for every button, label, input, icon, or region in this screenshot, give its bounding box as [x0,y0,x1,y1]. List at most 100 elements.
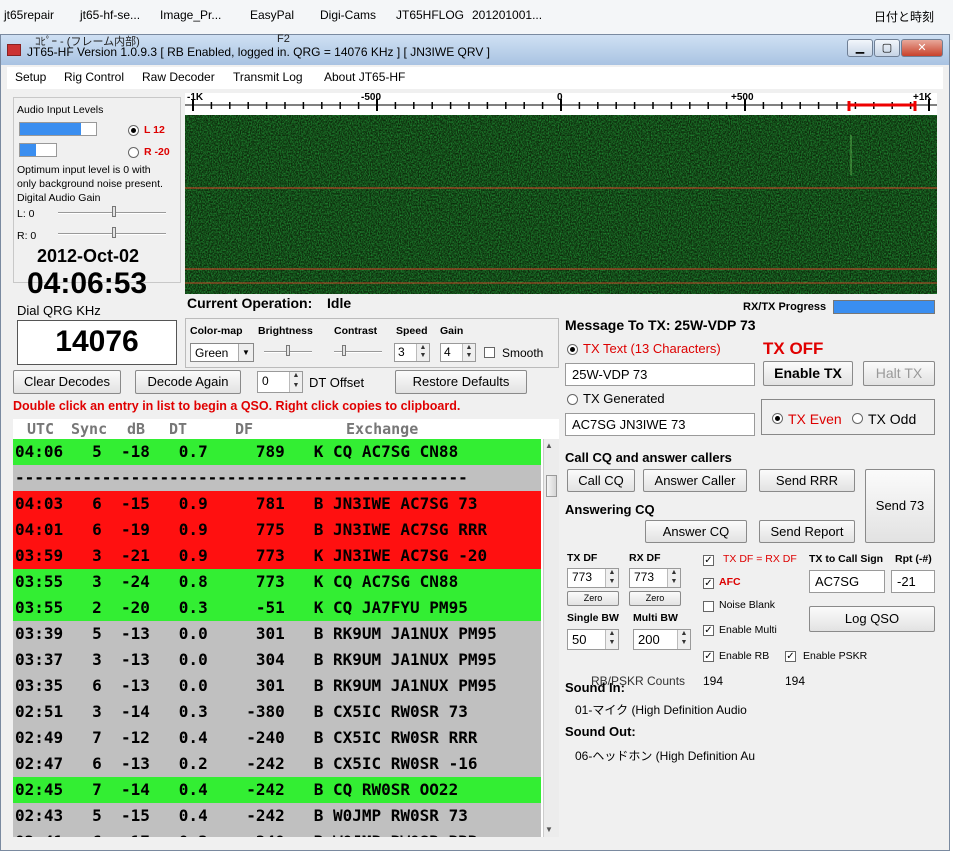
log-qso-button[interactable]: Log QSO [809,606,935,632]
enable-multi-checkbox[interactable]: ✓ [703,625,714,636]
col-db[interactable]: dB [127,420,145,438]
col-sync[interactable]: Sync [71,420,107,438]
single-bw-up-icon[interactable]: ▲ [605,630,618,639]
tx-even-radio[interactable] [772,413,783,424]
table-row[interactable]: 04:06 5 -18 0.7 789 K CQ AC7SG CN88 [13,439,541,465]
rxdf-zero-button[interactable]: Zero [629,591,681,606]
send-rrr-button[interactable]: Send RRR [759,469,855,492]
desktop-icon-201201001[interactable]: 201201001... [472,8,542,22]
menu-rig-control[interactable]: Rig Control [64,70,124,84]
table-row[interactable]: 04:01 6 -19 0.9 775 B JN3IWE AC7SG RRR [13,517,541,543]
table-row[interactable]: 03:55 2 -20 0.3 -51 K CQ JA7FYU PM95 [13,595,541,621]
title-bar[interactable]: JT65-HF Version 1.0.9.3 [ RB Enabled, lo… [1,33,949,65]
contrast-thumb[interactable] [342,345,346,356]
decode-again-button[interactable]: Decode Again [135,370,241,394]
table-row[interactable]: 03:35 6 -13 0.0 301 B RK9UM JA1NUX PM95 [13,673,541,699]
table-row[interactable]: 03:59 3 -21 0.9 773 K JN3IWE AC7SG -20 [13,543,541,569]
scroll-up-icon[interactable]: ▲ [545,441,553,450]
smooth-checkbox[interactable] [484,347,495,358]
txdf-up-icon[interactable]: ▲ [605,569,618,578]
rxdf-spinner[interactable]: 773 ▲ ▼ [629,568,681,588]
menu-about[interactable]: About JT65-HF [324,70,405,84]
single-bw-spinner[interactable]: 50 ▲ ▼ [567,629,619,650]
send-73-button[interactable]: Send 73 [865,469,935,543]
scroll-down-icon[interactable]: ▼ [545,825,553,834]
call-cq-button[interactable]: Call CQ [567,469,635,492]
answer-caller-button[interactable]: Answer Caller [643,469,747,492]
dt-up-icon[interactable]: ▲ [289,372,302,382]
dt-down-icon[interactable]: ▼ [289,382,302,392]
call-sign-input[interactable]: AC7SG [809,570,885,593]
tx-generated-input[interactable]: AC7SG JN3IWE 73 [565,413,755,436]
halt-tx-button[interactable]: Halt TX [863,361,935,386]
col-df[interactable]: DF [235,420,253,438]
scroll-thumb[interactable] [546,475,557,497]
table-row[interactable]: 02:49 7 -12 0.4 -240 B CX5IC RW0SR RRR [13,725,541,751]
table-row[interactable]: 02:45 7 -14 0.4 -242 B CQ RW0SR OO22 [13,777,541,803]
desktop-icon-jt65hflog[interactable]: JT65HFLOG [396,8,464,22]
col-exchange[interactable]: Exchange [346,420,418,438]
gain-spinner[interactable]: 4 ▲ ▼ [440,343,476,362]
frequency-scale[interactable]: -1K -500 0 +500 +1K [185,92,937,115]
gain-down-icon[interactable]: ▼ [462,352,475,361]
speed-down-icon[interactable]: ▼ [416,352,429,361]
txeqrx-checkbox[interactable]: ✓ [703,555,714,566]
dt-offset-spinner[interactable]: 0 ▲ ▼ [257,371,303,393]
chevron-down-icon[interactable]: ▼ [238,344,253,361]
txdf-down-icon[interactable]: ▼ [605,578,618,587]
table-row[interactable]: 03:37 3 -13 0.0 304 B RK9UM JA1NUX PM95 [13,647,541,673]
colormap-select[interactable]: Green ▼ [190,343,254,362]
enable-tx-button[interactable]: Enable TX [763,361,853,386]
menu-setup[interactable]: Setup [15,70,46,84]
dial-qrg-display[interactable]: 14076 [17,320,177,365]
clear-decodes-button[interactable]: Clear Decodes [13,370,121,394]
tx-text-input[interactable]: 25W-VDP 73 [565,363,755,386]
table-row[interactable]: 03:55 3 -24 0.8 773 K CQ AC7SG CN88 [13,569,541,595]
single-bw-down-icon[interactable]: ▼ [605,639,618,649]
decode-list[interactable]: UTC Sync dB DT DF Exchange 04:06 5 -18 0… [13,419,559,837]
txdf-spinner[interactable]: 773 ▲ ▼ [567,568,619,588]
col-dt[interactable]: DT [169,420,187,438]
multi-bw-up-icon[interactable]: ▲ [677,630,690,639]
rxdf-up-icon[interactable]: ▲ [667,569,680,578]
brightness-thumb[interactable] [286,345,290,356]
minimize-icon[interactable]: ▁ [847,39,873,57]
gain-up-icon[interactable]: ▲ [462,344,475,352]
maximize-icon[interactable]: ▢ [874,39,900,57]
left-channel-radio[interactable] [128,125,139,136]
gain-l-thumb[interactable] [112,206,116,217]
col-utc[interactable]: UTC [27,420,54,438]
table-row[interactable]: 03:39 5 -13 0.0 301 B RK9UM JA1NUX PM95 [13,621,541,647]
answer-cq-button[interactable]: Answer CQ [645,520,747,543]
noise-blank-checkbox[interactable] [703,601,714,612]
table-row[interactable]: 02:47 6 -13 0.2 -242 B CX5IC RW0SR -16 [13,751,541,777]
app-icon[interactable] [7,44,21,56]
txdf-zero-button[interactable]: Zero [567,591,619,606]
desktop-clock-label[interactable]: 日付と時刻 [874,8,934,25]
tx-text-radio[interactable] [567,344,578,355]
tx-odd-radio[interactable] [852,413,863,424]
desktop-icon-jt65-hf-se[interactable]: jt65-hf-se... [80,8,140,22]
close-icon[interactable]: ✕ [901,39,943,57]
table-row[interactable]: 02:43 5 -15 0.4 -242 B W0JMP RW0SR 73 [13,803,541,829]
send-report-button[interactable]: Send Report [759,520,855,543]
menu-transmit-log[interactable]: Transmit Log [233,70,303,84]
multi-bw-down-icon[interactable]: ▼ [677,639,690,649]
multi-bw-spinner[interactable]: 200 ▲ ▼ [633,629,691,650]
rpt-input[interactable]: -21 [891,570,935,593]
desktop-icon-image-pr[interactable]: Image_Pr... [160,8,221,22]
right-channel-radio[interactable] [128,147,139,158]
desktop-icon-jt65repair[interactable]: jt65repair [4,8,54,22]
table-row[interactable]: 02:51 3 -14 0.3 -380 B CX5IC RW0SR 73 [13,699,541,725]
table-row[interactable]: 02:41 6 -17 0.3 -240 B W0JMP RW0SR RRR [13,829,541,837]
afc-checkbox[interactable]: ✓ [703,578,714,589]
waterfall-display[interactable] [185,115,937,294]
enable-rb-checkbox[interactable]: ✓ [703,651,714,662]
speed-spinner[interactable]: 3 ▲ ▼ [394,343,430,362]
list-scrollbar[interactable]: ▲ ▼ [543,439,559,837]
enable-pskr-checkbox[interactable]: ✓ [785,651,796,662]
restore-defaults-button[interactable]: Restore Defaults [395,370,527,394]
rxdf-down-icon[interactable]: ▼ [667,578,680,587]
speed-up-icon[interactable]: ▲ [416,344,429,352]
desktop-icon-easypal[interactable]: EasyPal [250,8,294,22]
